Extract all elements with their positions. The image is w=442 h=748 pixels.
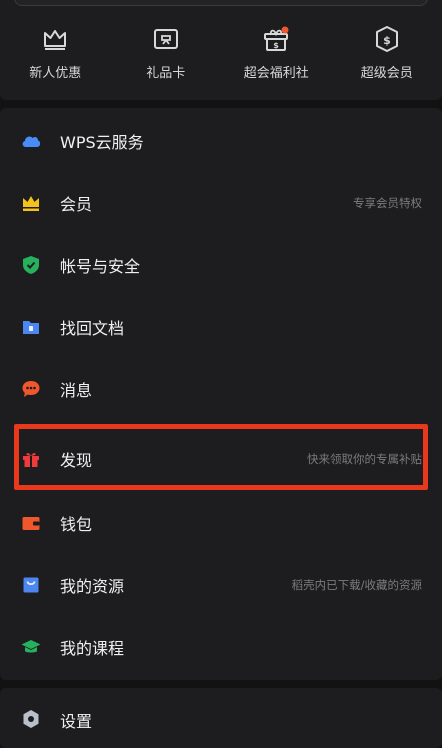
menu-item-label: 我的课程	[60, 639, 125, 658]
menu-item-hint: 专享会员特权	[353, 196, 422, 210]
svg-text:$: $	[383, 34, 391, 47]
gift-card-icon	[153, 29, 178, 49]
menu-item-my-resources[interactable]: 我的资源 稻壳内已下载/收藏的资源	[0, 554, 442, 616]
quick-action-label: 超会福利社	[243, 66, 309, 81]
settings-card: 设置	[0, 688, 442, 748]
menu-item-messages[interactable]: 消息	[0, 358, 442, 420]
graduation-cap-icon	[20, 636, 42, 658]
menu-item-wps-cloud[interactable]: WPS云服务	[0, 110, 442, 172]
settings-icon	[20, 708, 42, 730]
quick-action-gift-card[interactable]: 礼品卡	[116, 24, 216, 94]
menu-item-hint: 稻壳内已下载/收藏的资源	[291, 578, 422, 592]
cloud-icon	[20, 130, 42, 152]
wallet-icon	[20, 512, 42, 534]
menu-item-label: 会员	[60, 195, 93, 214]
chat-icon	[20, 378, 42, 400]
crown-icon	[20, 192, 42, 214]
dollar-shield-icon: $	[375, 26, 398, 52]
quick-actions-row: 新人优惠 礼品卡 $ 超会福利社 $ 超级会员	[0, 24, 442, 94]
menu-item-label: 我的资源	[60, 577, 125, 596]
quick-action-super-welfare[interactable]: $ 超会福利社	[226, 24, 326, 94]
menu-item-wallet[interactable]: 钱包	[0, 492, 442, 554]
menu-item-label: 找回文档	[60, 319, 125, 338]
menu-item-label: WPS云服务	[60, 133, 144, 152]
menu-item-settings[interactable]: 设置	[0, 688, 442, 748]
menu-item-recover-documents[interactable]: 找回文档	[0, 296, 442, 358]
folder-icon	[20, 316, 42, 338]
menu-item-my-courses[interactable]: 我的课程	[0, 616, 442, 678]
menu-item-label: 钱包	[60, 515, 93, 534]
menu-item-member[interactable]: 会员 专享会员特权	[0, 172, 442, 234]
top-card-rim	[14, 0, 428, 6]
menu-item-label: 帐号与安全	[60, 257, 141, 276]
menu-card: WPS云服务 会员 专享会员特权 帐号与安全 找回文档 消息 发现 快来领取你的…	[0, 108, 442, 680]
quick-action-label: 礼品卡	[146, 66, 186, 81]
quick-action-new-user-offer[interactable]: 新人优惠	[5, 24, 105, 94]
quick-action-super-member[interactable]: $ 超级会员	[337, 24, 437, 94]
menu-item-label: 设置	[60, 712, 93, 731]
bag-icon	[20, 574, 42, 596]
menu-item-account-security[interactable]: 帐号与安全	[0, 234, 442, 296]
quick-actions-card: 新人优惠 礼品卡 $ 超会福利社 $ 超级会员	[0, 0, 442, 100]
menu-item-label: 消息	[60, 381, 93, 400]
highlight-box	[14, 424, 428, 490]
quick-action-label: 新人优惠	[29, 66, 82, 81]
quick-action-label: 超级会员	[360, 66, 413, 81]
svg-text:$: $	[273, 41, 279, 50]
shield-icon	[20, 254, 42, 276]
crown-icon	[44, 30, 67, 50]
gift-box-icon: $	[264, 26, 289, 51]
